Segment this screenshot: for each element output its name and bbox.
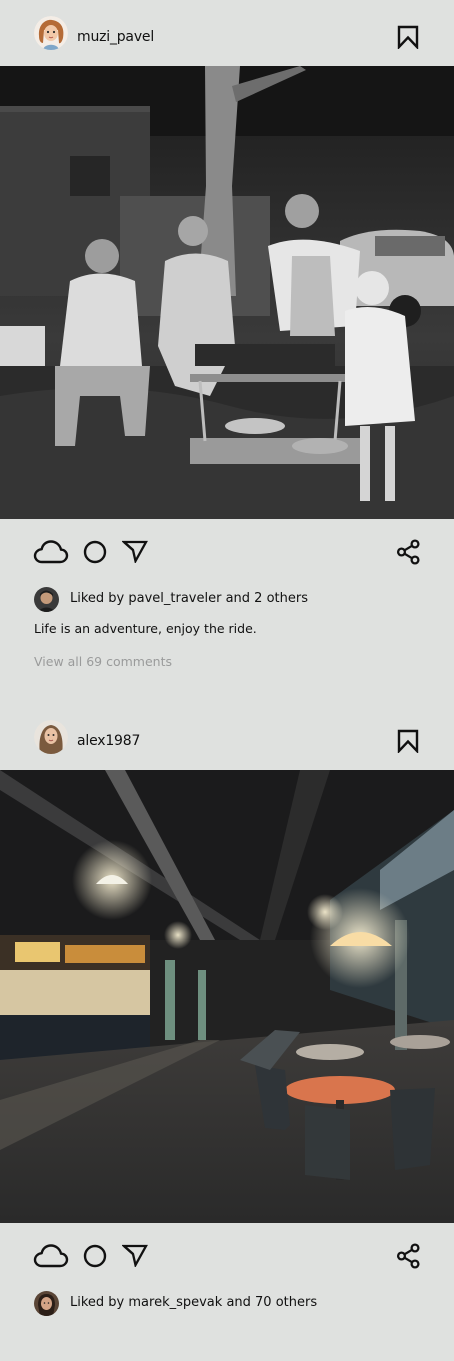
post-caption: Life is an adventure, enjoy the ride. <box>34 621 257 636</box>
cloud-icon[interactable] <box>33 539 69 565</box>
share-icon[interactable] <box>396 539 421 565</box>
post-header: alex1987 <box>0 704 454 770</box>
post-1: muzi_pavel Liked by pavel_traveler and 2… <box>0 0 454 669</box>
view-comments-link[interactable]: View all 69 comments <box>34 653 172 671</box>
likes-row: Liked by marek_spevak and 70 others <box>0 1289 454 1319</box>
likes-text[interactable]: Liked by marek_spevak and 70 others <box>70 1294 317 1312</box>
cloud-icon[interactable] <box>33 1243 69 1269</box>
bookmark-icon[interactable] <box>397 729 419 753</box>
username[interactable]: alex1987 <box>77 731 140 751</box>
send-icon[interactable] <box>122 539 148 563</box>
bookmark-icon[interactable] <box>397 25 419 49</box>
liker-avatar[interactable] <box>34 587 59 612</box>
likes-text[interactable]: Liked by pavel_traveler and 2 others <box>70 590 308 608</box>
avatar[interactable] <box>34 16 68 50</box>
post-actions <box>0 1223 454 1289</box>
likes-row: Liked by pavel_traveler and 2 others <box>0 585 454 615</box>
send-icon[interactable] <box>122 1243 148 1267</box>
circle-icon[interactable] <box>83 1244 107 1268</box>
post-actions <box>0 519 454 585</box>
post-2: alex1987 Liked by marek_spevak and 70 ot… <box>0 704 454 1319</box>
share-icon[interactable] <box>396 1243 421 1269</box>
post-header: muzi_pavel <box>0 0 454 66</box>
post-photo[interactable] <box>0 66 454 519</box>
circle-icon[interactable] <box>83 540 107 564</box>
liker-avatar[interactable] <box>34 1291 59 1316</box>
username[interactable]: muzi_pavel <box>77 27 154 47</box>
avatar[interactable] <box>34 720 68 754</box>
post-photo[interactable] <box>0 770 454 1223</box>
